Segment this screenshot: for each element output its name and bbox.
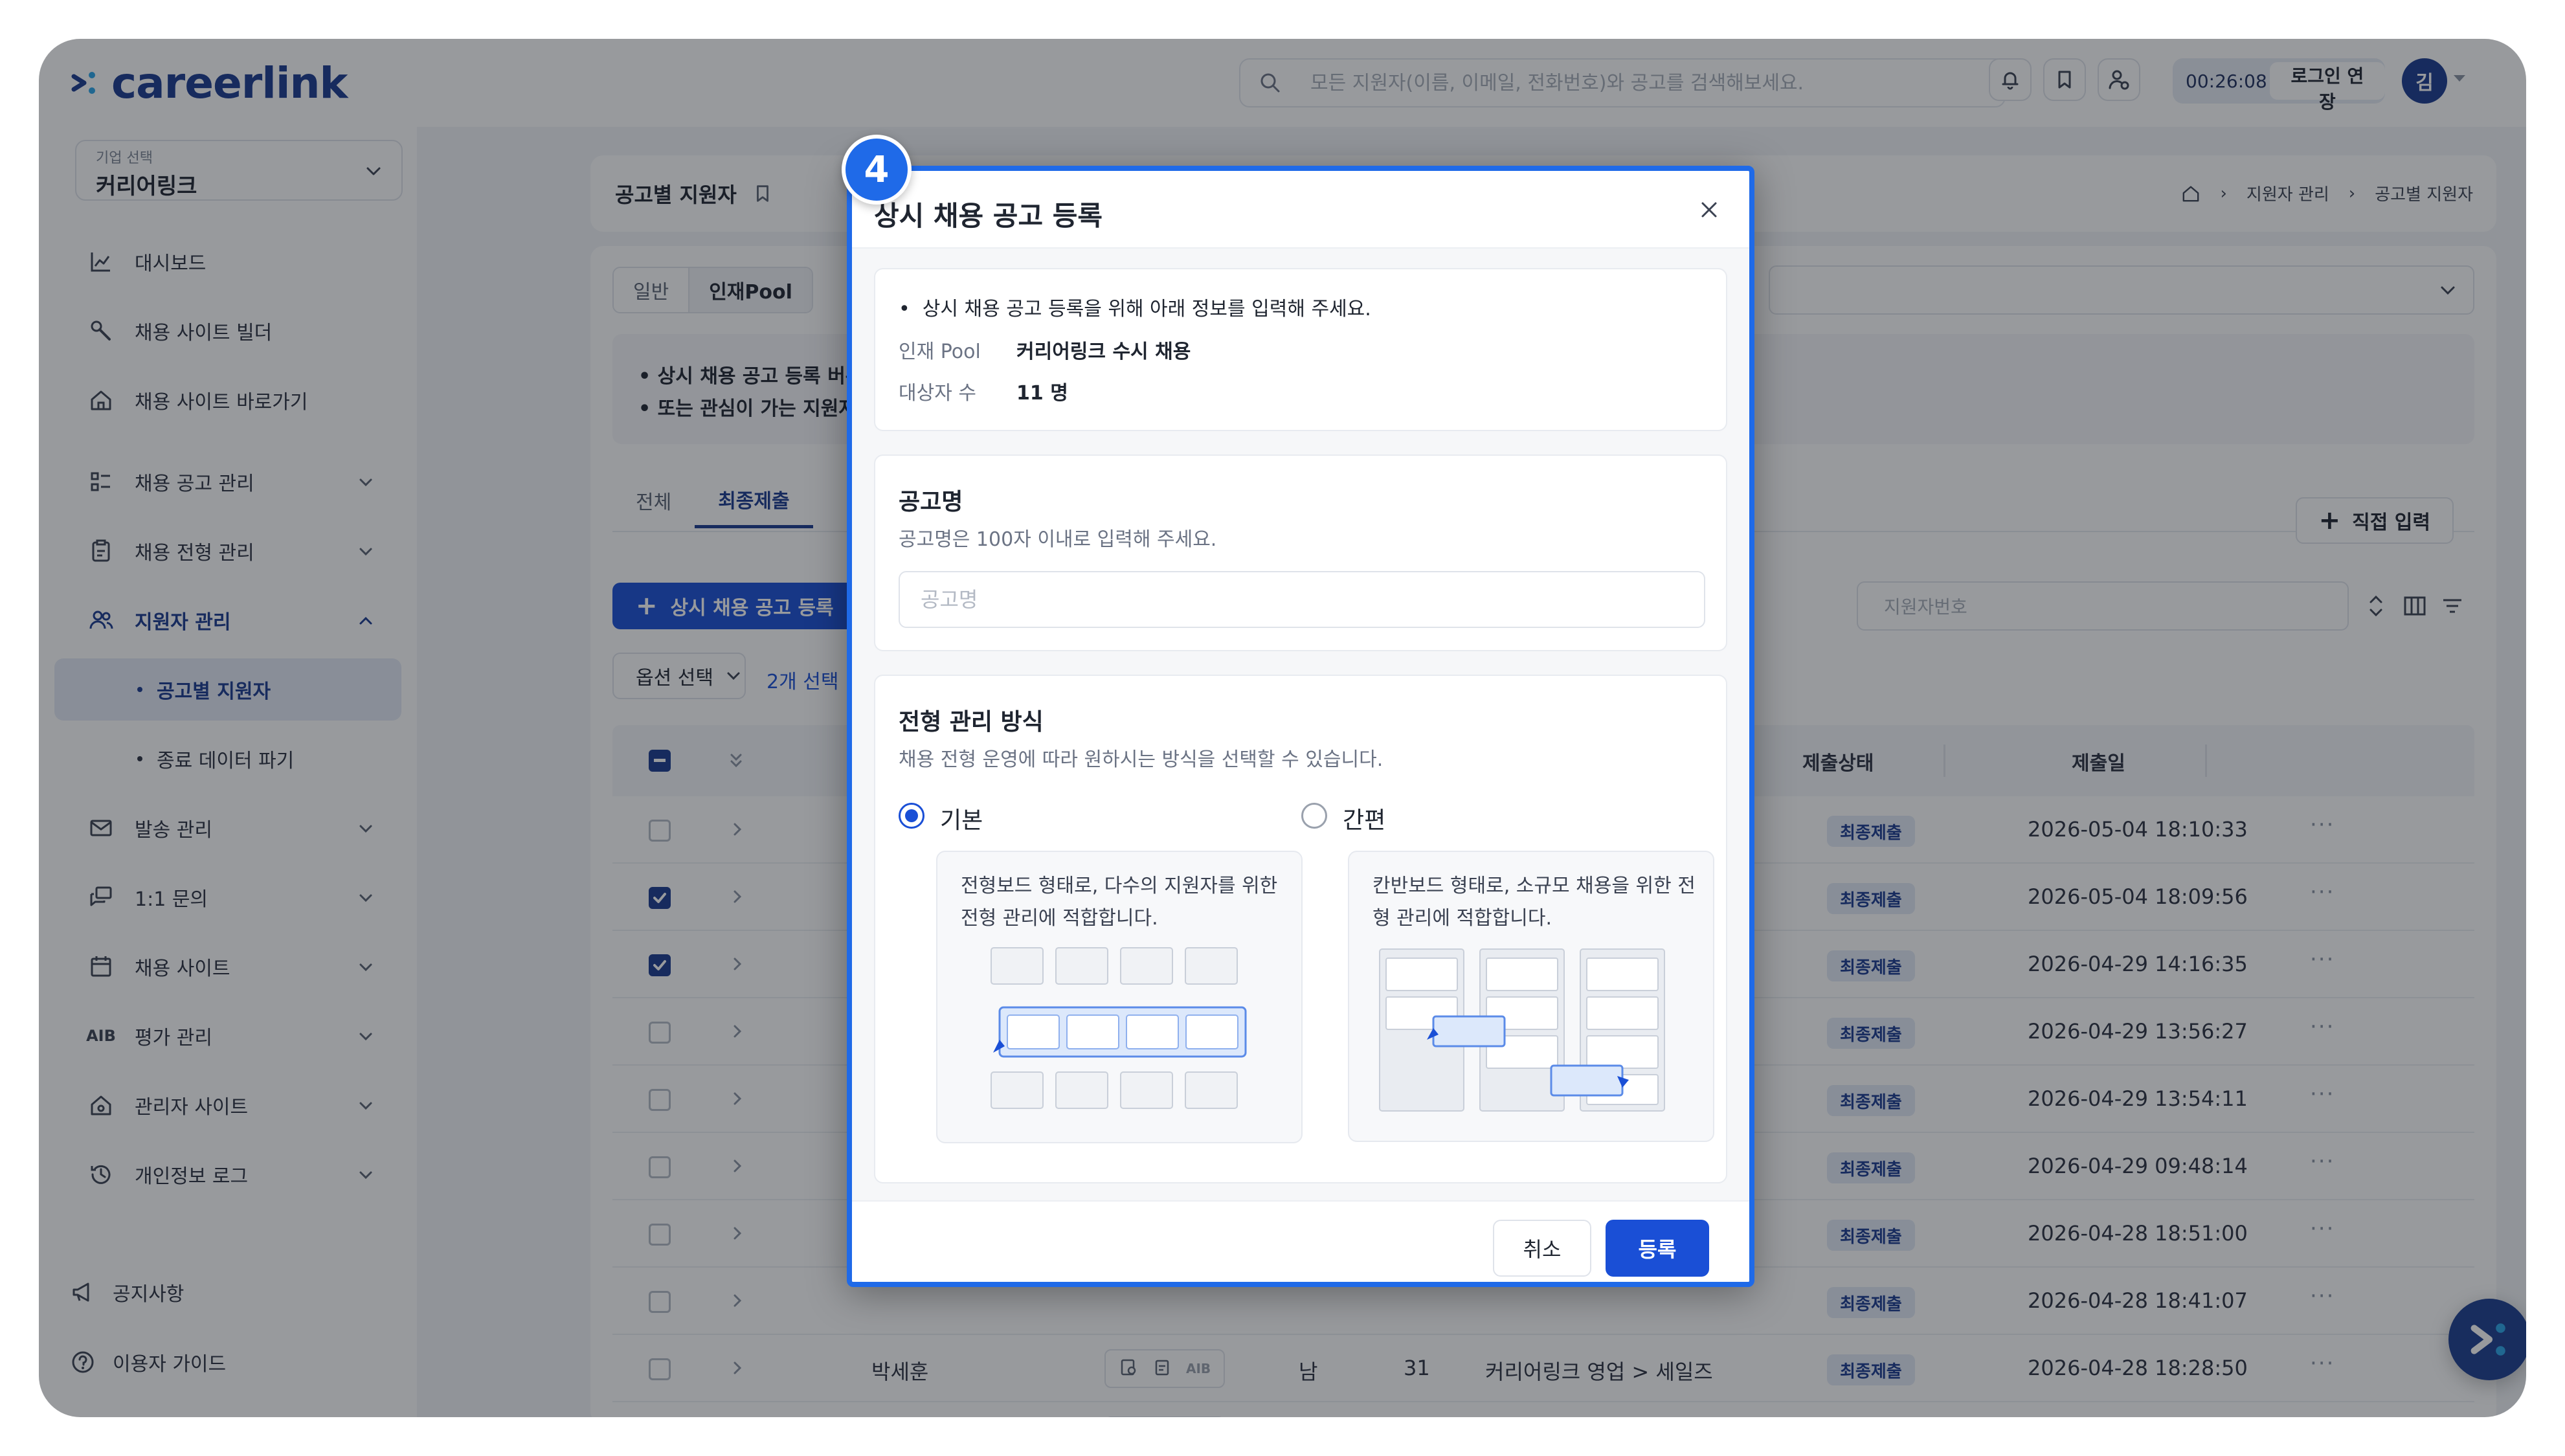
option-card-basic[interactable]: 전형보드 형태로, 다수의 지원자를 위한 전형 관리에 적합합니다. — [936, 851, 1303, 1143]
close-icon — [1701, 202, 1717, 218]
board-illustration-icon — [991, 947, 1247, 1109]
posting-title-hint: 공고명은 100자 이내로 입력해 주세요. — [899, 528, 1217, 551]
process-method-hint: 채용 전형 운영에 따라 원하시는 방식을 선택할 수 있습니다. — [899, 748, 1383, 771]
process-method-label: 전형 관리 방식 — [899, 709, 1044, 735]
step-badge: 4 — [842, 135, 912, 205]
modal-title: 상시 채용 공고 등록 — [874, 200, 1103, 232]
pool-value: 커리어링크 수시 채용 — [1016, 341, 1191, 363]
process-method-card: 전형 관리 방식 채용 전형 운영에 따라 원하시는 방식을 선택할 수 있습니… — [874, 675, 1727, 1183]
register-posting-modal: 상시 채용 공고 등록 • 상시 채용 공고 등록을 위해 아래 정보를 입력해… — [847, 166, 1754, 1287]
modal-footer: 취소 등록 — [852, 1200, 1749, 1282]
cancel-button[interactable]: 취소 — [1493, 1220, 1591, 1277]
posting-title-card: 공고명 공고명은 100자 이내로 입력해 주세요. — [874, 454, 1727, 651]
option-card-simple[interactable]: 칸반보드 형태로, 소규모 채용을 위한 전형 관리에 적합합니다. — [1348, 851, 1714, 1142]
app-frame: careerlink 00:26:08 로그인 연장 김 기업 선택 커리어링크 — [39, 39, 2526, 1417]
radio-basic[interactable] — [899, 803, 924, 829]
option-desc: 전형보드 형태로, 다수의 지원자를 위한 전형 관리에 적합합니다. — [961, 875, 1278, 930]
posting-title-input[interactable] — [899, 571, 1705, 628]
posting-title-label: 공고명 — [899, 489, 963, 515]
count-value: 11 명 — [1016, 382, 1068, 405]
kanban-illustration-icon — [1379, 948, 1665, 1112]
submit-button[interactable]: 등록 — [1606, 1220, 1709, 1277]
target-info-card: • 상시 채용 공고 등록을 위해 아래 정보를 입력해 주세요. 인재 Poo… — [874, 268, 1727, 431]
radio-simple[interactable] — [1301, 803, 1327, 829]
modal-body: • 상시 채용 공고 등록을 위해 아래 정보를 입력해 주세요. 인재 Poo… — [852, 249, 1749, 1200]
modal-header: 상시 채용 공고 등록 — [852, 171, 1749, 249]
radio-basic-label[interactable]: 기본 — [940, 801, 983, 835]
count-key: 대상자 수 — [899, 382, 976, 405]
radio-simple-label[interactable]: 간편 — [1343, 801, 1385, 835]
close-button[interactable] — [1694, 194, 1725, 225]
info-line: • 상시 채용 공고 등록을 위해 아래 정보를 입력해 주세요. — [899, 298, 1371, 320]
option-desc: 칸반보드 형태로, 소규모 채용을 위한 전형 관리에 적합합니다. — [1372, 875, 1696, 930]
pool-key: 인재 Pool — [899, 341, 981, 363]
